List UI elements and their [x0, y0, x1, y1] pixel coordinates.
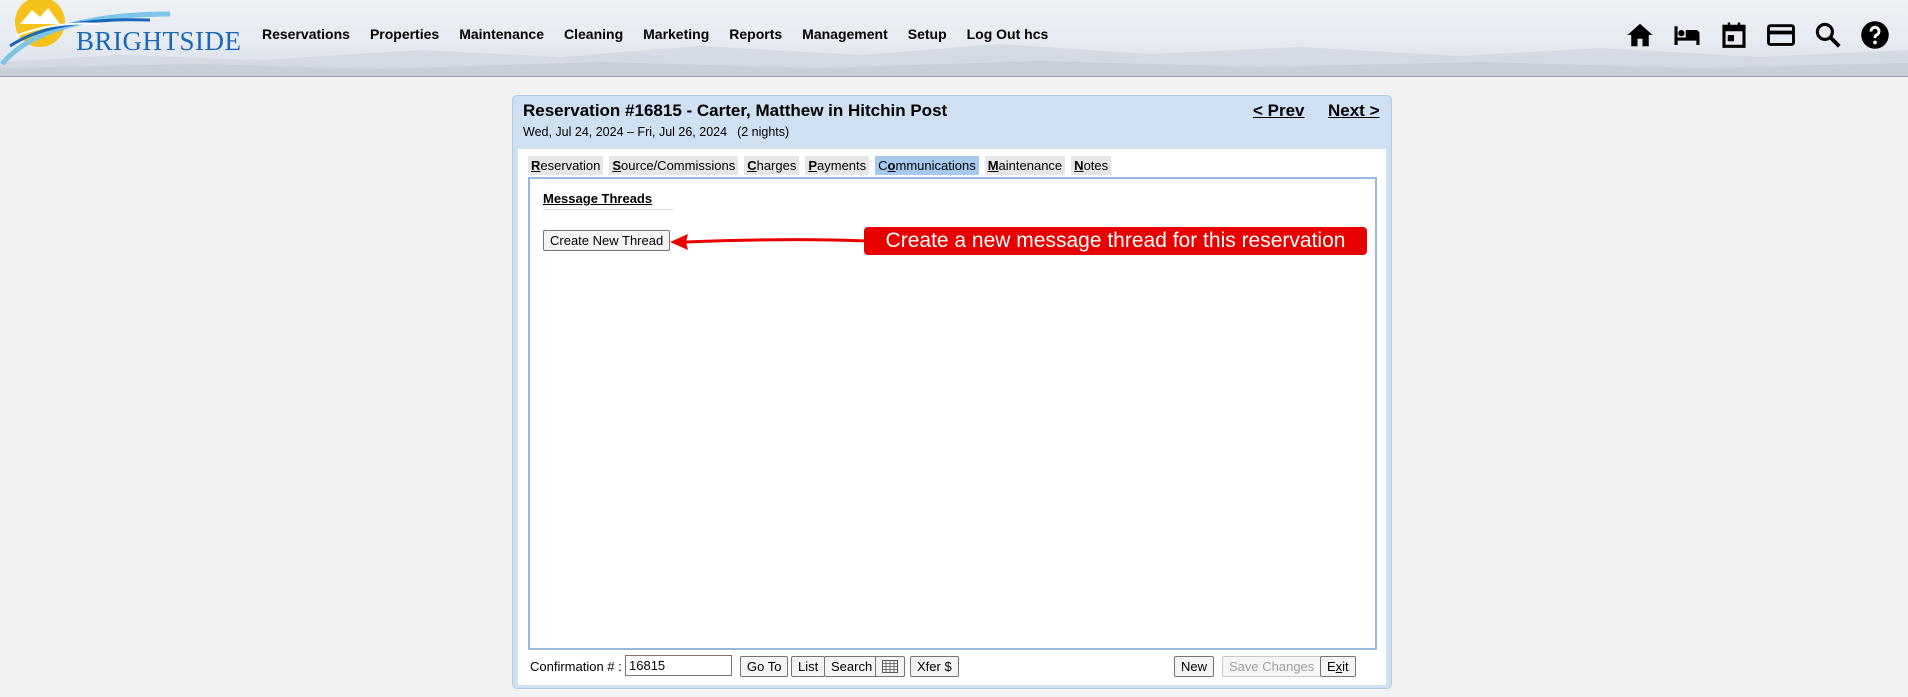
credit-card-icon[interactable]: [1766, 20, 1796, 50]
top-navigation-bar: BRIGHTSIDE Reservations Properties Maint…: [0, 0, 1908, 77]
new-button[interactable]: New: [1174, 656, 1215, 677]
date-range: Wed, Jul 24, 2024 – Fri, Jul 26, 2024: [523, 125, 728, 139]
go-to-button[interactable]: Go To: [740, 656, 789, 677]
nav-management[interactable]: Management: [802, 26, 888, 42]
communications-content: Message Threads Create New Thread Create…: [528, 177, 1377, 650]
bed-icon[interactable]: [1672, 20, 1702, 50]
reservation-body: Reservation Source/Commissions Charges P…: [518, 149, 1386, 685]
nav-maintenance[interactable]: Maintenance: [459, 26, 544, 42]
reservation-dates: Wed, Jul 24, 2024 – Fri, Jul 26, 2024 (2 …: [523, 125, 789, 139]
nav-cleaning[interactable]: Cleaning: [564, 26, 623, 42]
tab-maintenance[interactable]: Maintenance: [984, 156, 1066, 175]
tab-reservation[interactable]: Reservation: [528, 156, 604, 175]
nav-setup[interactable]: Setup: [908, 26, 947, 42]
brightside-logo[interactable]: BRIGHTSIDE: [0, 0, 242, 72]
next-link[interactable]: Next >: [1328, 101, 1380, 121]
tab-communications[interactable]: Communications: [875, 156, 979, 175]
main-nav: Reservations Properties Maintenance Clea…: [262, 26, 1068, 42]
prev-link[interactable]: < Prev: [1253, 101, 1305, 121]
tab-charges[interactable]: Charges: [744, 156, 800, 175]
nav-properties[interactable]: Properties: [370, 26, 439, 42]
tab-source-commissions[interactable]: Source/Commissions: [609, 156, 739, 175]
list-button[interactable]: List: [791, 656, 826, 677]
footer-bar: Confirmation # : Go To List Search Xfer …: [518, 654, 1386, 680]
reservation-panel: Reservation #16815 - Carter, Matthew in …: [512, 95, 1392, 689]
tab-notes[interactable]: Notes: [1071, 156, 1112, 175]
quick-icons: [1608, 20, 1890, 50]
xfer-button[interactable]: Xfer $: [910, 656, 959, 677]
save-changes-button[interactable]: Save Changes: [1222, 656, 1322, 677]
search-icon[interactable]: [1813, 20, 1843, 50]
tab-payments[interactable]: Payments: [805, 156, 870, 175]
nav-logout[interactable]: Log Out hcs: [967, 26, 1049, 42]
reservation-title: Reservation #16815 - Carter, Matthew in …: [523, 101, 948, 120]
nav-marketing[interactable]: Marketing: [643, 26, 709, 42]
exit-button[interactable]: Exit: [1320, 656, 1356, 677]
message-threads-heading: Message Threads: [543, 191, 675, 210]
tab-bar: Reservation Source/Commissions Charges P…: [528, 156, 1117, 175]
nav-reports[interactable]: Reports: [729, 26, 782, 42]
search-button[interactable]: Search: [824, 656, 880, 677]
logo-text: BRIGHTSIDE: [76, 26, 242, 56]
confirmation-label: Confirmation # :: [530, 659, 622, 674]
calendar-grid-button[interactable]: [875, 656, 905, 677]
confirmation-input[interactable]: [625, 655, 732, 676]
annotation-callout: Create a new message thread for this res…: [864, 227, 1367, 255]
calendar-grid-icon: [882, 660, 898, 673]
nav-reservations[interactable]: Reservations: [262, 26, 350, 42]
night-count: (2 nights): [737, 125, 790, 139]
calendar-icon[interactable]: [1719, 20, 1749, 50]
help-icon[interactable]: [1860, 20, 1890, 50]
create-new-thread-button[interactable]: Create New Thread: [543, 230, 671, 251]
home-icon[interactable]: [1625, 20, 1655, 50]
annotation-arrow: [670, 234, 867, 250]
exit-shortcut: x: [1335, 659, 1343, 674]
